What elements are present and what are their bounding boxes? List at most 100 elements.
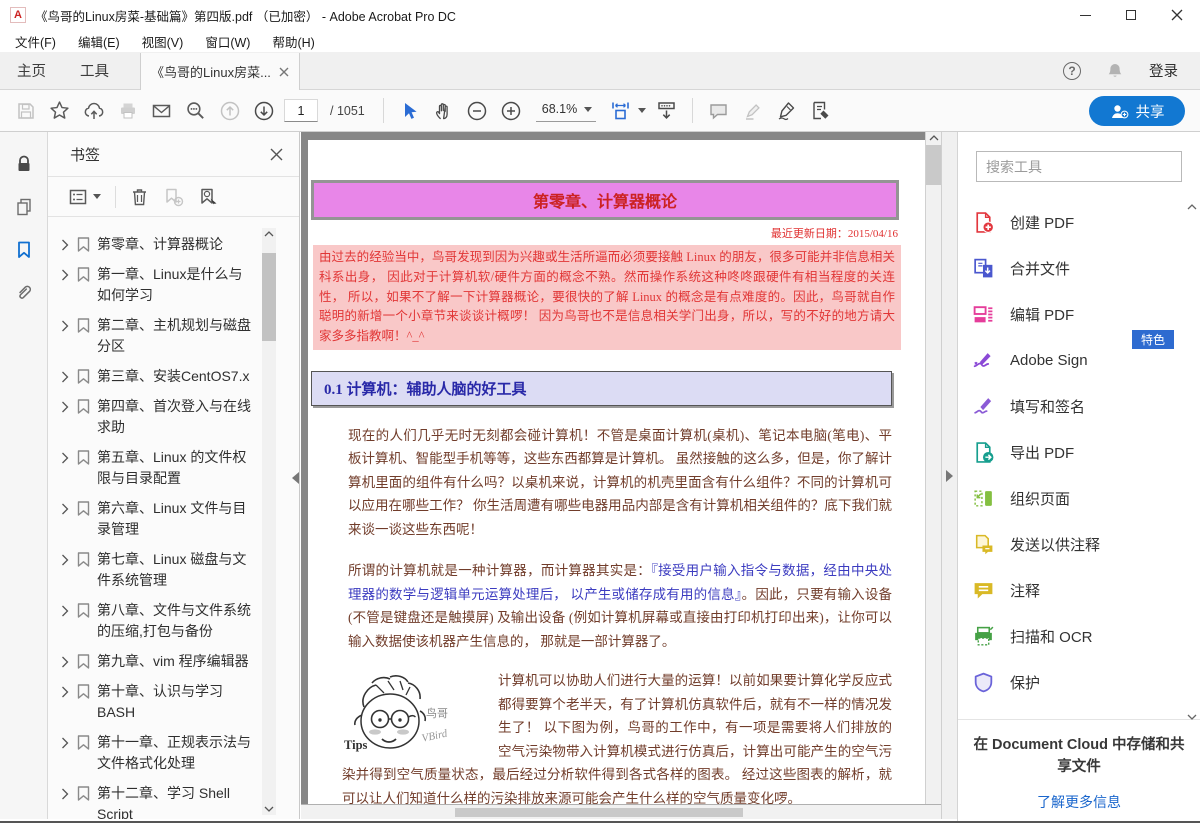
- notification-bell-icon[interactable]: [1105, 61, 1125, 81]
- chevron-right-icon[interactable]: [61, 269, 70, 281]
- tools-search-box[interactable]: [976, 151, 1182, 182]
- bookmark-item[interactable]: 第七章、Linux 磁盘与文件系统管理: [61, 549, 260, 591]
- bookmark-item[interactable]: 第十一章、正规表示法与文件格式化处理: [61, 732, 260, 774]
- bookmark-item[interactable]: 第六章、Linux 文件与目录管理: [61, 498, 260, 540]
- add-bookmark-icon[interactable]: [163, 187, 184, 207]
- page-number-input[interactable]: 1: [284, 99, 318, 122]
- bookmark-item[interactable]: 第八章、文件与文件系统的压缩,打包与备份: [61, 600, 260, 642]
- tool-item[interactable]: Adobe Sign 特色: [958, 337, 1200, 383]
- tool-item[interactable]: 创建 PDF: [958, 199, 1200, 245]
- zoom-in-button[interactable]: [498, 97, 525, 124]
- favorite-star-button[interactable]: [46, 97, 73, 124]
- document-horizontal-scrollbar[interactable]: [301, 804, 941, 819]
- chevron-right-icon[interactable]: [61, 656, 70, 668]
- delete-bookmark-icon[interactable]: [130, 187, 149, 207]
- bookmark-item[interactable]: 第二章、主机规划与磁盘分区: [61, 315, 260, 357]
- bookmark-item[interactable]: 第三章、安装CentOS7.x: [61, 366, 260, 387]
- maximize-button[interactable]: [1108, 0, 1154, 30]
- scroll-down-icon[interactable]: [264, 806, 274, 812]
- chevron-right-icon[interactable]: [61, 686, 70, 698]
- attachments-icon[interactable]: [14, 283, 34, 303]
- chevron-right-icon[interactable]: [61, 452, 70, 464]
- scrollbar-thumb[interactable]: [262, 253, 276, 341]
- bookmark-item[interactable]: 第五章、Linux 的文件权限与目录配置: [61, 447, 260, 489]
- chevron-right-icon[interactable]: [61, 554, 70, 566]
- scroll-up-icon[interactable]: [1187, 204, 1197, 210]
- tab-tools[interactable]: 工具: [63, 52, 126, 89]
- bookmark-item[interactable]: 第十二章、学习 Shell Script: [61, 783, 260, 819]
- expand-right-panel-button[interactable]: [941, 132, 957, 819]
- tool-item[interactable]: 导出 PDF: [958, 429, 1200, 475]
- sign-tool-button[interactable]: [773, 97, 800, 124]
- next-page-button[interactable]: [250, 97, 277, 124]
- menu-item[interactable]: 文件(F): [4, 32, 67, 51]
- tool-item[interactable]: 填写和签名: [958, 383, 1200, 429]
- zoom-level-dropdown[interactable]: 68.1%: [536, 99, 596, 122]
- highlight-tool-button[interactable]: [739, 97, 766, 124]
- scroll-up-icon[interactable]: [929, 135, 939, 141]
- bookmark-item[interactable]: 第十章、认识与学习 BASH: [61, 681, 260, 723]
- close-button[interactable]: [1154, 0, 1200, 30]
- bookmarks-scrollbar[interactable]: [262, 228, 276, 815]
- scrollbar-thumb[interactable]: [455, 808, 743, 817]
- zoom-out-button[interactable]: [464, 97, 491, 124]
- scrollbar-thumb[interactable]: [926, 145, 942, 185]
- find-current-bookmark-icon[interactable]: [198, 187, 219, 207]
- chevron-right-icon[interactable]: [61, 737, 70, 749]
- tool-item[interactable]: 发送以供注释: [958, 521, 1200, 567]
- bookmark-options-button[interactable]: [68, 188, 101, 206]
- chevron-down-icon[interactable]: [638, 108, 646, 113]
- save-button[interactable]: [12, 97, 39, 124]
- print-button[interactable]: [114, 97, 141, 124]
- lock-icon[interactable]: [14, 154, 34, 174]
- bookmarks-panel-icon[interactable]: [14, 240, 34, 260]
- tool-item[interactable]: 保护: [958, 659, 1200, 705]
- previous-page-button[interactable]: [216, 97, 243, 124]
- scroll-up-icon[interactable]: [264, 231, 274, 237]
- scroll-down-icon[interactable]: [1187, 714, 1197, 720]
- chevron-right-icon[interactable]: [61, 320, 70, 332]
- login-button[interactable]: 登录: [1149, 60, 1178, 81]
- panel-close-icon[interactable]: [270, 148, 283, 161]
- collapse-left-panel-button[interactable]: [292, 470, 300, 486]
- menu-item[interactable]: 帮助(H): [261, 32, 325, 51]
- bookmark-item[interactable]: 第九章、vim 程序编辑器: [61, 651, 260, 672]
- menu-item[interactable]: 编辑(E): [67, 32, 131, 51]
- stamp-tool-button[interactable]: [807, 97, 834, 124]
- bookmark-item[interactable]: 第零章、计算器概论: [61, 234, 260, 255]
- tool-item[interactable]: 更多工具: [958, 705, 1200, 720]
- chevron-right-icon[interactable]: [61, 605, 70, 617]
- chevron-right-icon[interactable]: [61, 503, 70, 515]
- minimize-button[interactable]: [1062, 0, 1108, 30]
- hand-tool-button[interactable]: [430, 97, 457, 124]
- chevron-right-icon[interactable]: [61, 401, 70, 413]
- document-tab-close-icon[interactable]: [279, 67, 289, 77]
- tool-item[interactable]: 合并文件: [958, 245, 1200, 291]
- comment-tool-button[interactable]: [705, 97, 732, 124]
- menu-item[interactable]: 视图(V): [131, 32, 195, 51]
- bookmark-flag-icon: [77, 603, 90, 618]
- help-icon[interactable]: ?: [1063, 62, 1081, 80]
- select-tool-button[interactable]: [396, 97, 423, 124]
- chevron-right-icon[interactable]: [61, 239, 70, 251]
- menu-item[interactable]: 窗口(W): [194, 32, 261, 51]
- learn-more-link[interactable]: 了解更多信息: [972, 792, 1186, 812]
- chevron-right-icon[interactable]: [61, 788, 70, 800]
- tab-document[interactable]: 《鸟哥的Linux房菜...: [140, 53, 300, 90]
- page-display-button[interactable]: [653, 97, 680, 124]
- search-button[interactable]: [182, 97, 209, 124]
- chevron-right-icon[interactable]: [61, 371, 70, 383]
- fit-width-button[interactable]: [607, 97, 634, 124]
- document-vertical-scrollbar[interactable]: [925, 132, 941, 804]
- tool-item[interactable]: 注释: [958, 567, 1200, 613]
- bookmark-item[interactable]: 第四章、首次登入与在线求助: [61, 396, 260, 438]
- upload-cloud-button[interactable]: [80, 97, 107, 124]
- tool-item[interactable]: 扫描和 OCR: [958, 613, 1200, 659]
- email-button[interactable]: [148, 97, 175, 124]
- share-button[interactable]: 共享: [1089, 96, 1185, 126]
- bookmark-item[interactable]: 第一章、Linux是什么与如何学习: [61, 264, 260, 306]
- tool-item[interactable]: 组织页面: [958, 475, 1200, 521]
- tab-home[interactable]: 主页: [0, 52, 63, 89]
- tools-search-input[interactable]: [986, 159, 1172, 175]
- page-thumbnails-icon[interactable]: [14, 197, 34, 217]
